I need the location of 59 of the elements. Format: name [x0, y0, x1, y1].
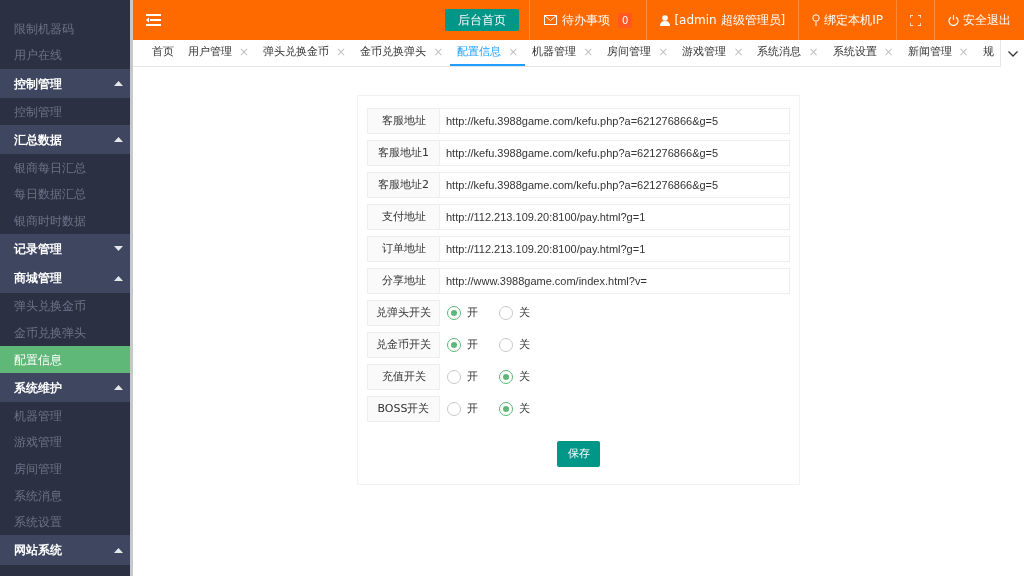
radio-option[interactable]: 关	[499, 336, 544, 354]
tab[interactable]: 房间管理 ×	[600, 40, 676, 66]
save-button[interactable]: 保存	[557, 441, 600, 467]
field-label: 客服地址1	[367, 140, 440, 166]
sidebar-group[interactable]: 记录管理	[0, 234, 130, 264]
radio-option[interactable]: 开	[447, 400, 492, 418]
caret-up-icon	[114, 547, 123, 553]
sidebar-group[interactable]: 网站系统	[0, 535, 130, 565]
caret-up-icon	[114, 137, 123, 143]
radio-option[interactable]: 开	[447, 304, 492, 322]
tab[interactable]: 金币兑换弹头 ×	[353, 40, 451, 66]
tab[interactable]: 规	[975, 40, 1001, 66]
input-field[interactable]: http://112.213.109.20:8100/pay.html?g=1	[440, 236, 790, 262]
field-label: 充值开关	[367, 364, 440, 390]
field-label: 兑金币开关	[367, 332, 440, 358]
scrollbar[interactable]	[130, 0, 133, 576]
input-field[interactable]: http://www.3988game.com/index.html?v=	[440, 268, 790, 294]
tabs-dropdown-button[interactable]	[1000, 40, 1024, 67]
input-field[interactable]: http://kefu.3988game.com/kefu.php?a=621276866&g=5	[440, 108, 790, 134]
tab[interactable]: 首页	[145, 40, 181, 66]
radio-option[interactable]: 开	[447, 368, 492, 386]
mail-icon	[544, 15, 558, 25]
input-field[interactable]: http://kefu.3988game.com/kefu.php?a=621276866&g=5	[440, 140, 790, 166]
menu-icon[interactable]	[146, 13, 162, 27]
pin-icon	[812, 14, 821, 26]
field-label: 客服地址2	[367, 172, 440, 198]
input-field[interactable]: http://kefu.3988game.com/kefu.php?a=621276866&g=5	[440, 172, 790, 198]
sidebar-group[interactable]: 汇总数据	[0, 124, 130, 155]
field-label: 分享地址	[367, 268, 440, 294]
sidebar-group[interactable]: 商城管理	[0, 263, 130, 294]
chevron-down-icon	[1007, 50, 1018, 57]
field-label: 兑弹头开关	[367, 300, 440, 326]
radio-option[interactable]: 开	[447, 336, 492, 354]
tab[interactable]: 系统消息 ×	[750, 40, 826, 66]
user-icon	[660, 14, 671, 26]
sidebar-group[interactable]: 系统维护	[0, 372, 130, 403]
caret-up-icon	[114, 275, 123, 281]
power-icon	[948, 14, 959, 26]
radio-option[interactable]: 关	[499, 400, 544, 418]
field-label: 订单地址	[367, 236, 440, 262]
sidebar-group[interactable]: 控制管理	[0, 68, 130, 99]
tab[interactable]: 系统设置 ×	[825, 40, 901, 66]
tab[interactable]: 游戏管理 ×	[675, 40, 751, 66]
field-label: 支付地址	[367, 204, 440, 230]
radio-option[interactable]: 关	[499, 304, 544, 322]
fullscreen-icon[interactable]	[910, 14, 921, 26]
tab[interactable]: 弹头兑换金币 ×	[256, 40, 354, 66]
radio-option[interactable]: 关	[499, 368, 544, 386]
tab[interactable]: 新闻管理 ×	[900, 40, 976, 66]
home-button[interactable]: 后台首页	[445, 9, 520, 31]
caret-up-icon	[114, 385, 123, 391]
input-field[interactable]: http://112.213.109.20:8100/pay.html?g=1	[440, 204, 790, 230]
field-label: BOSS开关	[367, 396, 440, 422]
tab[interactable]: 用户管理 ×	[181, 40, 257, 66]
todo-count: 0	[618, 12, 633, 28]
tab[interactable]: 机器管理 ×	[525, 40, 601, 66]
caret-up-icon	[114, 81, 123, 87]
field-label: 客服地址	[367, 108, 440, 134]
caret-down-icon	[114, 246, 123, 252]
